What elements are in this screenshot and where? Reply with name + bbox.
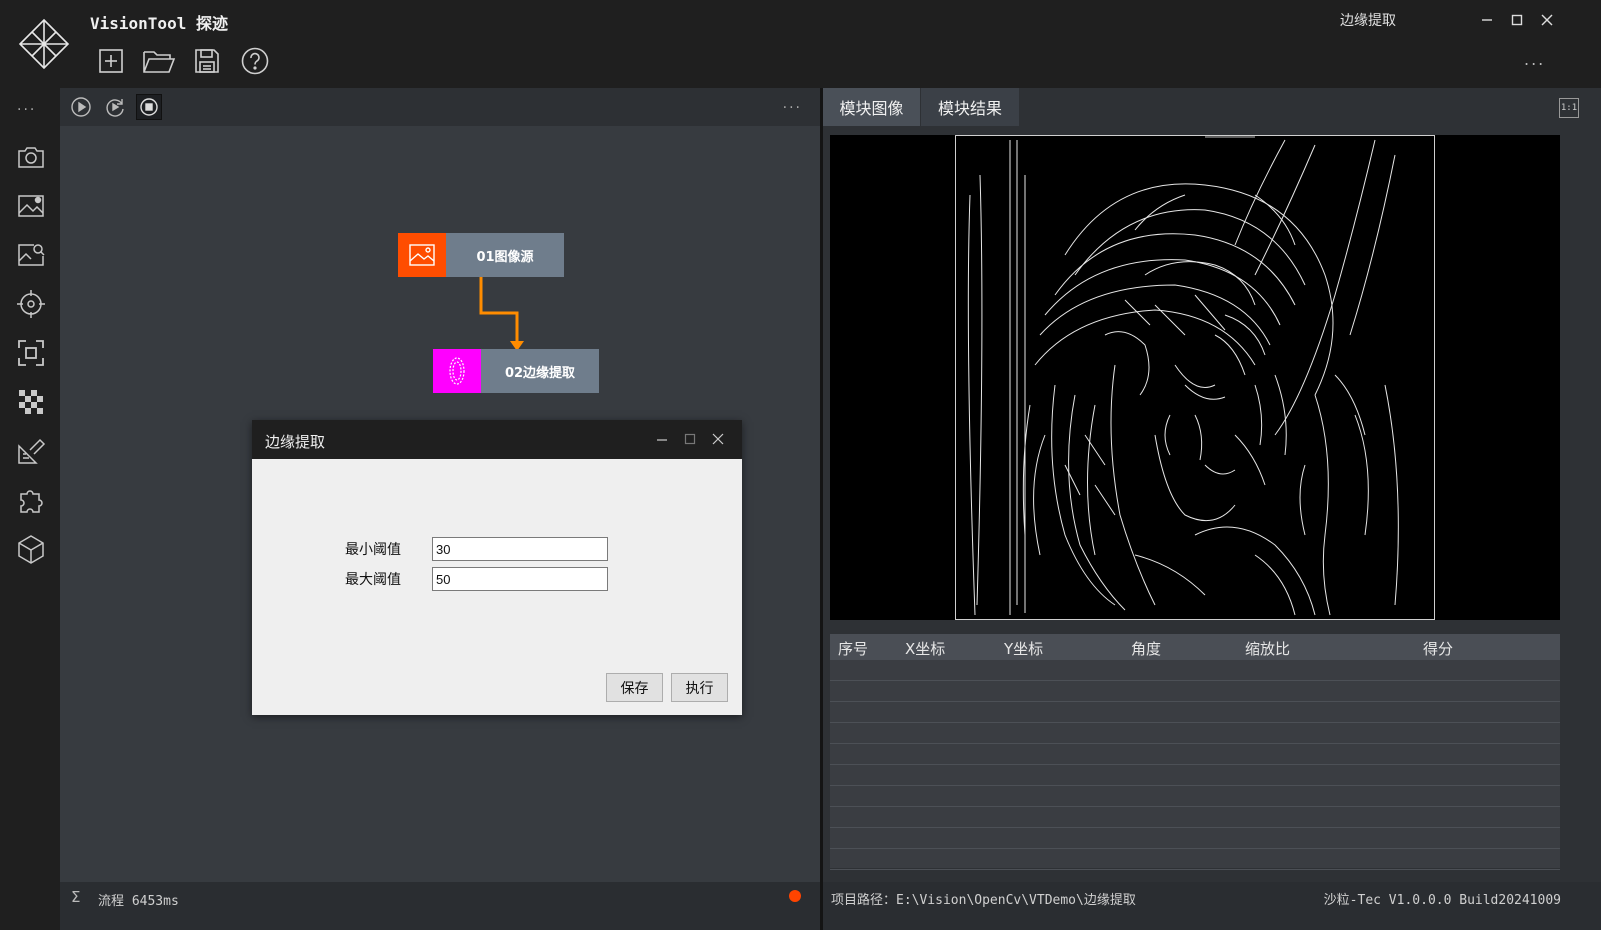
table-row [830,723,1560,744]
table-row [830,681,1560,702]
flow-node-image-source[interactable]: 01图像源 [398,233,564,277]
window-title: 边缘提取 [1340,13,1396,29]
close-icon[interactable] [1535,8,1559,32]
sidebar-tools [12,138,50,579]
tab-module-image[interactable]: 模块图像 [823,88,920,126]
title-bar: VisionTool 探迹 边缘提取 ... [0,0,1601,88]
image-search-icon[interactable] [12,236,50,274]
edge-extract-dialog: 边缘提取 最小阈值 最大阈值 保存 执行 [252,420,742,715]
sidebar-more-button[interactable]: ... [17,98,36,114]
result-panel: 模块图像 模块结果 1:1 序号 X坐标 Y坐标 角度 缩放比 得分 [823,88,1601,882]
max-threshold-label: 最大阈值 [345,572,401,588]
left-sidebar: ... [0,88,60,930]
crosshair-icon[interactable] [12,285,50,323]
table-row [830,765,1560,786]
dialog-minimize-icon[interactable] [652,429,672,449]
flow-time: 流程 6453ms [98,894,179,909]
actual-size-button[interactable]: 1:1 [1559,98,1579,118]
tab-module-result[interactable]: 模块结果 [921,88,1019,126]
edge-icon [433,349,481,393]
dialog-maximize-icon[interactable] [680,429,700,449]
flow-node-edge-extract[interactable]: 02边缘提取 [433,349,599,393]
title-more-button[interactable]: ... [1524,50,1545,69]
dialog-run-button[interactable]: 执行 [671,673,728,702]
min-threshold-row: 最小阈值 [345,537,608,561]
max-threshold-input[interactable] [432,567,608,591]
result-table: 序号 X坐标 Y坐标 角度 缩放比 得分 [830,634,1560,870]
table-row [830,807,1560,828]
node-label: 01图像源 [446,233,564,277]
col-index: 序号 [838,640,869,658]
main-toolbar [94,44,272,78]
minimize-icon[interactable] [1475,8,1499,32]
col-x: X坐标 [905,640,946,658]
image-icon [398,233,446,277]
project-path: 项目路径：E:\Vision\OpenCv\VTDemo\边缘提取 [831,893,1136,908]
min-threshold-input[interactable] [432,537,608,561]
checker-icon[interactable] [12,383,50,421]
open-folder-button[interactable] [142,44,176,78]
table-row [830,828,1560,849]
max-threshold-row: 最大阈值 [345,567,608,591]
table-row [830,786,1560,807]
min-threshold-label: 最小阈值 [345,542,401,558]
image-settings-icon[interactable] [12,187,50,225]
dialog-title: 边缘提取 [265,433,326,451]
col-score: 得分 [1423,640,1454,658]
app-logo-icon [18,18,70,70]
maximize-icon[interactable] [1505,8,1529,32]
node-label: 02边缘提取 [481,349,599,393]
project-status-bar: 项目路径：E:\Vision\OpenCv\VTDemo\边缘提取 沙粒-Tec… [823,882,1601,930]
new-file-button[interactable] [94,44,128,78]
image-canvas[interactable] [830,135,1560,620]
flow-status-bar: Σ 流程 6453ms [60,882,820,930]
table-row [830,744,1560,765]
dialog-save-button[interactable]: 保存 [606,673,663,702]
result-table-header: 序号 X坐标 Y坐标 角度 缩放比 得分 [830,634,1560,660]
col-angle: 角度 [1131,640,1162,658]
version-text: 沙粒-Tec V1.0.0.0 Build20241009 [1323,893,1561,908]
dialog-close-icon[interactable] [708,429,728,449]
cube-icon[interactable] [12,530,50,568]
plugin-icon[interactable] [12,481,50,519]
col-y: Y坐标 [1004,640,1044,658]
measure-icon[interactable] [12,432,50,470]
edge-image [955,135,1435,620]
table-row [830,660,1560,681]
status-indicator [789,890,801,902]
help-button[interactable] [238,44,272,78]
camera-icon[interactable] [12,138,50,176]
table-row [830,849,1560,870]
focus-box-icon[interactable] [12,334,50,372]
col-scale: 缩放比 [1245,640,1291,658]
window-controls [1475,8,1559,32]
dialog-titlebar[interactable]: 边缘提取 [252,420,742,459]
app-title: VisionTool 探迹 [90,14,228,33]
sigma-icon: Σ [71,888,81,906]
save-button[interactable] [190,44,224,78]
table-row [830,702,1560,723]
